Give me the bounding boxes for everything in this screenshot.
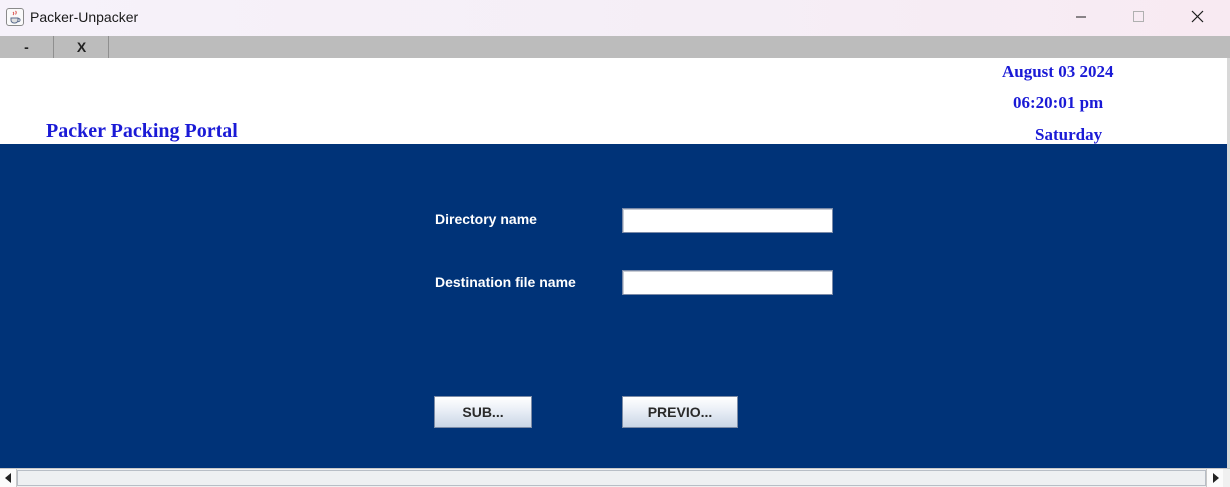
arrow-right-icon bbox=[1213, 473, 1219, 483]
scrollbar-thumb[interactable] bbox=[17, 470, 1206, 486]
destination-file-name-input[interactable] bbox=[622, 270, 833, 295]
window-maximize-button[interactable] bbox=[1115, 0, 1161, 36]
window-minimize-button[interactable] bbox=[1058, 0, 1104, 36]
scroll-left-button[interactable] bbox=[0, 469, 17, 487]
app-minimize-button[interactable]: - bbox=[0, 36, 54, 58]
window-close-button[interactable] bbox=[1174, 0, 1220, 36]
destination-file-name-label: Destination file name bbox=[435, 274, 576, 290]
submit-button[interactable]: SUB... bbox=[434, 396, 532, 428]
current-date: August 03 2024 bbox=[1002, 62, 1114, 81]
packing-form-panel: Directory name Destination file name SUB… bbox=[0, 144, 1227, 468]
close-icon bbox=[1191, 10, 1204, 23]
minimize-icon bbox=[1076, 16, 1086, 18]
scroll-right-button[interactable] bbox=[1206, 469, 1223, 487]
arrow-left-icon bbox=[5, 473, 11, 483]
horizontal-scrollbar[interactable] bbox=[0, 468, 1230, 487]
current-day: Saturday bbox=[1035, 125, 1103, 144]
previous-button[interactable]: PREVIO... bbox=[622, 396, 738, 428]
portal-title: Packer Packing Portal bbox=[46, 120, 238, 142]
window-title: Packer-Unpacker bbox=[30, 9, 139, 25]
portal-header: Packer Packing Portal August 03 2024 06:… bbox=[0, 58, 1227, 144]
maximize-icon bbox=[1133, 11, 1144, 22]
java-cup-icon[interactable] bbox=[6, 8, 24, 26]
window-titlebar: Packer-Unpacker bbox=[0, 0, 1230, 36]
directory-name-input[interactable] bbox=[622, 208, 833, 233]
app-close-button[interactable]: X bbox=[55, 36, 109, 58]
current-time: 06:20:01 pm bbox=[1013, 93, 1104, 112]
app-menustrip: - X bbox=[0, 36, 1230, 58]
directory-name-label: Directory name bbox=[435, 211, 537, 227]
